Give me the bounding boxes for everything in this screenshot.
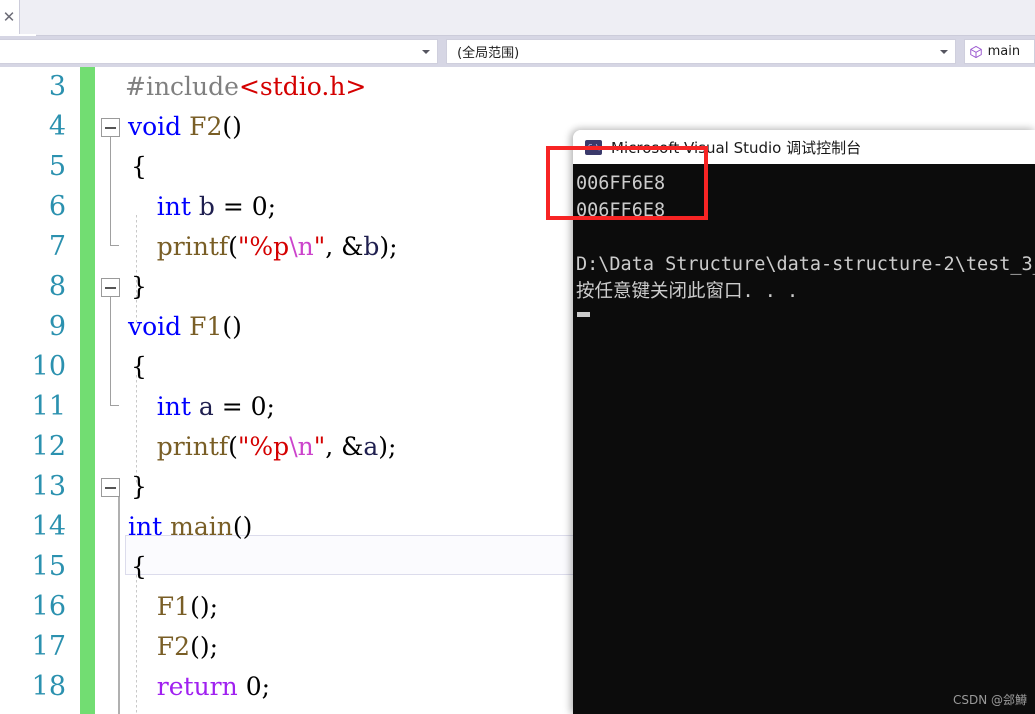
line-number: 18: [31, 671, 66, 702]
editor-tab-strip: ✕: [0, 0, 1035, 36]
line-number: 5: [48, 151, 66, 182]
code-line[interactable]: 3 #include<stdio.h>: [0, 67, 1035, 107]
console-output-blank-line: [574, 224, 1035, 251]
console-title-text: Microsoft Visual Studio 调试控制台: [611, 138, 862, 157]
line-number: 16: [31, 591, 66, 622]
chevron-down-icon: [422, 49, 431, 54]
console-output-line: 006FF6E8: [576, 200, 666, 221]
line-number: 3: [48, 71, 66, 102]
cube-icon: [969, 45, 982, 58]
close-icon[interactable]: ✕: [0, 8, 18, 26]
line-number: 4: [48, 111, 66, 142]
console-output-line: 按任意键关闭此窗口. . .: [576, 281, 799, 302]
line-number: 11: [31, 391, 66, 422]
line-number: 10: [31, 351, 66, 382]
line-number: 12: [31, 431, 66, 462]
editor-navigation-bar: (全局范围) main: [0, 36, 1035, 67]
line-number: 19: [0, 707, 66, 714]
scope-dropdown-value: (全局范围): [457, 46, 520, 61]
line-number: 6: [48, 191, 66, 222]
watermark: CSDN @郐鱒: [952, 693, 1027, 707]
console-output-line: D:\Data Structure\data-structure-2\test_…: [576, 254, 1035, 275]
line-number: 13: [31, 471, 66, 502]
line-number: 14: [31, 511, 66, 542]
console-output-area[interactable]: 006FF6E8 006FF6E8 D:\Data Structure\data…: [573, 164, 1035, 714]
line-number: 17: [31, 631, 66, 662]
console-output-line: 006FF6E8: [576, 173, 666, 194]
line-number: 15: [31, 551, 66, 582]
console-app-icon: C:\: [585, 139, 602, 155]
debug-console-window[interactable]: C:\ Microsoft Visual Studio 调试控制台 006FF6…: [573, 130, 1035, 714]
member-dropdown-value: main: [987, 44, 1021, 59]
line-number: 9: [48, 311, 66, 342]
project-dropdown[interactable]: [0, 39, 439, 64]
chevron-down-icon: [939, 49, 948, 54]
scope-dropdown[interactable]: (全局范围): [446, 39, 956, 64]
line-number: 8: [48, 271, 66, 302]
console-cursor: [577, 312, 590, 317]
line-number: 7: [48, 231, 66, 262]
console-title-bar[interactable]: C:\ Microsoft Visual Studio 调试控制台: [573, 130, 1035, 164]
member-dropdown[interactable]: main: [963, 39, 1035, 64]
